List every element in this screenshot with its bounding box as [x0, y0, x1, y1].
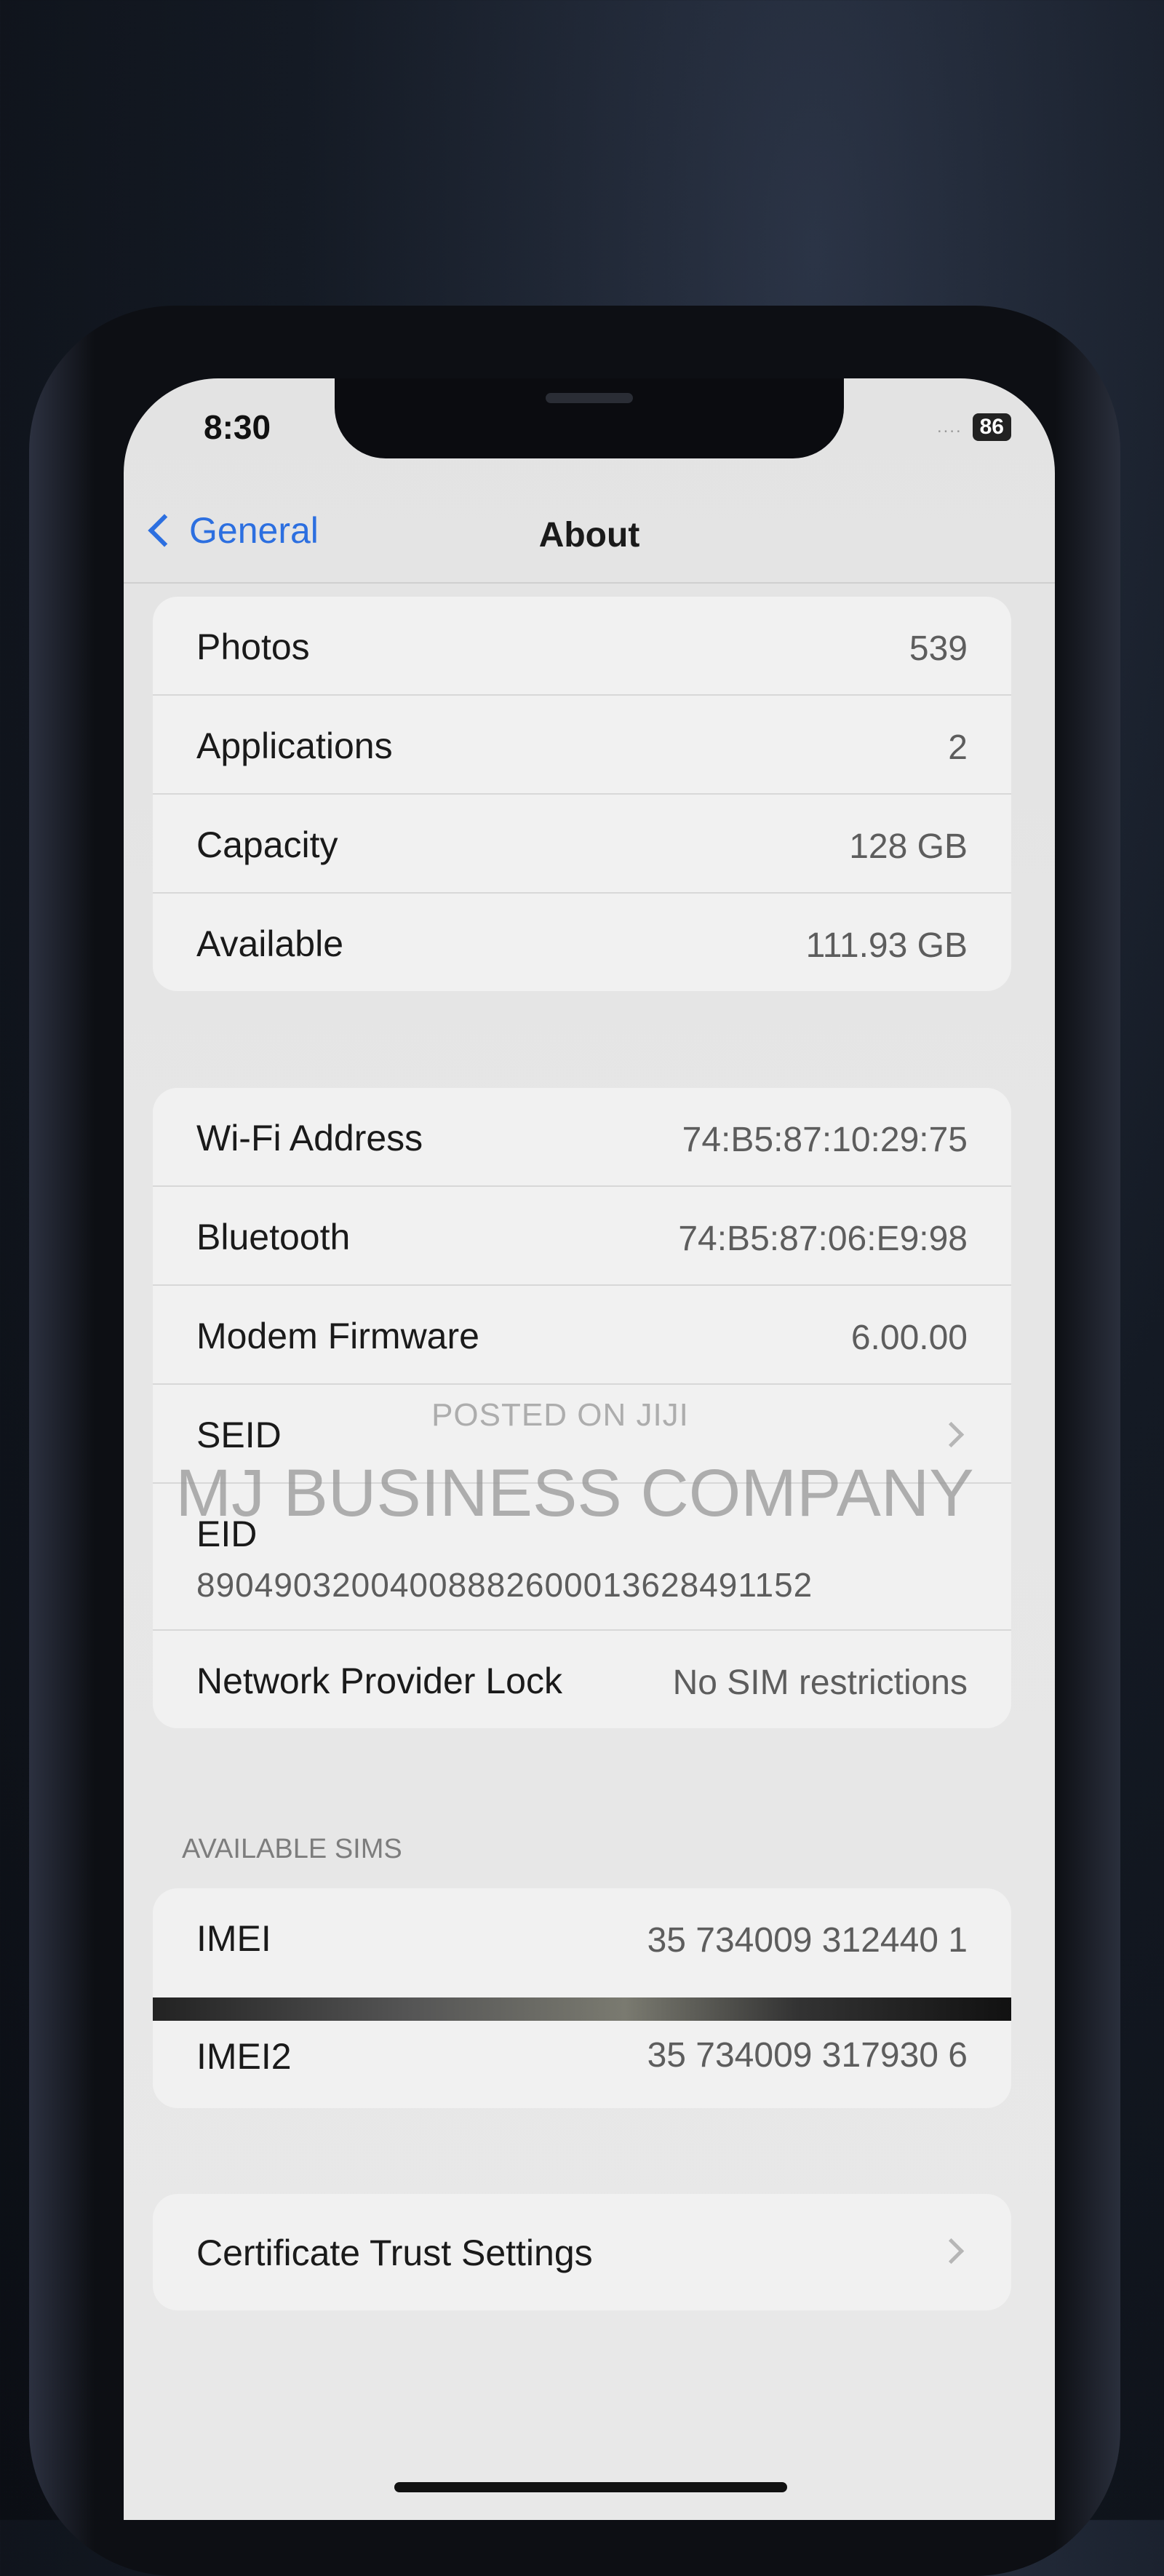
row-label: Photos: [196, 627, 310, 667]
status-indicators: .... 86: [937, 413, 1011, 441]
certificate-group: Certificate Trust Settings: [153, 2194, 1011, 2310]
row-label: Capacity: [196, 824, 338, 865]
certificate-trust-settings-row[interactable]: Certificate Trust Settings: [153, 2194, 1011, 2310]
network-group: Wi-Fi Address 74:B5:87:10:29:75 Bluetoot…: [153, 1088, 1011, 1728]
row-value: No SIM restrictions: [672, 1663, 968, 1702]
phone-screen: 8:30 .... 86 General About Photos 539 Ap…: [124, 378, 1055, 2520]
row-label: Wi-Fi Address: [196, 1118, 423, 1158]
page-title: About: [538, 516, 640, 554]
home-indicator[interactable]: [394, 2482, 787, 2492]
row-label: Applications: [196, 726, 393, 766]
earpiece-speaker: [546, 393, 633, 403]
row-label: IMEI2: [196, 2036, 292, 2077]
row-value: 35 734009 317930 6: [647, 2036, 968, 2075]
available-row: Available 111.93 GB: [153, 894, 1011, 991]
wifi-address-row: Wi-Fi Address 74:B5:87:10:29:75: [153, 1088, 1011, 1187]
bluetooth-row: Bluetooth 74:B5:87:06:E9:98: [153, 1187, 1011, 1286]
row-value: 539: [909, 629, 968, 668]
row-label: Network Provider Lock: [196, 1661, 562, 1701]
row-value: 128 GB: [849, 827, 968, 866]
applications-row: Applications 2: [153, 696, 1011, 795]
navigation-bar: General About: [124, 488, 1055, 584]
seid-row[interactable]: SEID: [153, 1385, 1011, 1484]
row-value: 35 734009 312440 1: [647, 1921, 968, 1960]
network-provider-lock-row: Network Provider Lock No SIM restriction…: [153, 1631, 1011, 1728]
row-value: 74:B5:87:06:E9:98: [678, 1220, 968, 1258]
storage-group: Photos 539 Applications 2 Capacity 128 G…: [153, 597, 1011, 991]
chevron-right-icon: [938, 1421, 965, 1448]
row-value: 2: [948, 728, 968, 767]
imei-row: IMEI 35 734009 312440 1: [153, 1888, 1011, 1999]
eid-row: EID 89049032004008882600013628491152: [153, 1484, 1011, 1631]
row-label: Certificate Trust Settings: [196, 2233, 593, 2273]
section-header: AVAILABLE SIMS: [182, 1834, 402, 1864]
row-value: 111.93 GB: [805, 926, 968, 965]
signal-icon: ....: [936, 417, 962, 437]
eid-value: 89049032004008882600013628491152: [196, 1566, 813, 1604]
imei2-row: IMEI2 35 734009 317930 6: [153, 1999, 1011, 2108]
row-label: IMEI: [196, 1918, 271, 1959]
status-time: 8:30: [204, 408, 271, 446]
sims-group: IMEI 35 734009 312440 1 IMEI2 35 734009 …: [153, 1888, 1011, 2108]
chevron-right-icon: [938, 2238, 965, 2265]
row-label: Modem Firmware: [196, 1316, 479, 1356]
notch: [335, 378, 844, 458]
battery-icon: 86: [972, 413, 1011, 441]
row-label: EID: [196, 1514, 258, 1554]
row-value: 6.00.00: [850, 1319, 968, 1357]
photos-row: Photos 539: [153, 597, 1011, 696]
capacity-row: Capacity 128 GB: [153, 795, 1011, 894]
modem-firmware-row: Modem Firmware 6.00.00: [153, 1286, 1011, 1385]
row-label: SEID: [196, 1415, 282, 1455]
row-value: 74:B5:87:10:29:75: [682, 1121, 968, 1159]
row-label: Available: [196, 923, 344, 964]
row-label: Bluetooth: [196, 1217, 351, 1257]
